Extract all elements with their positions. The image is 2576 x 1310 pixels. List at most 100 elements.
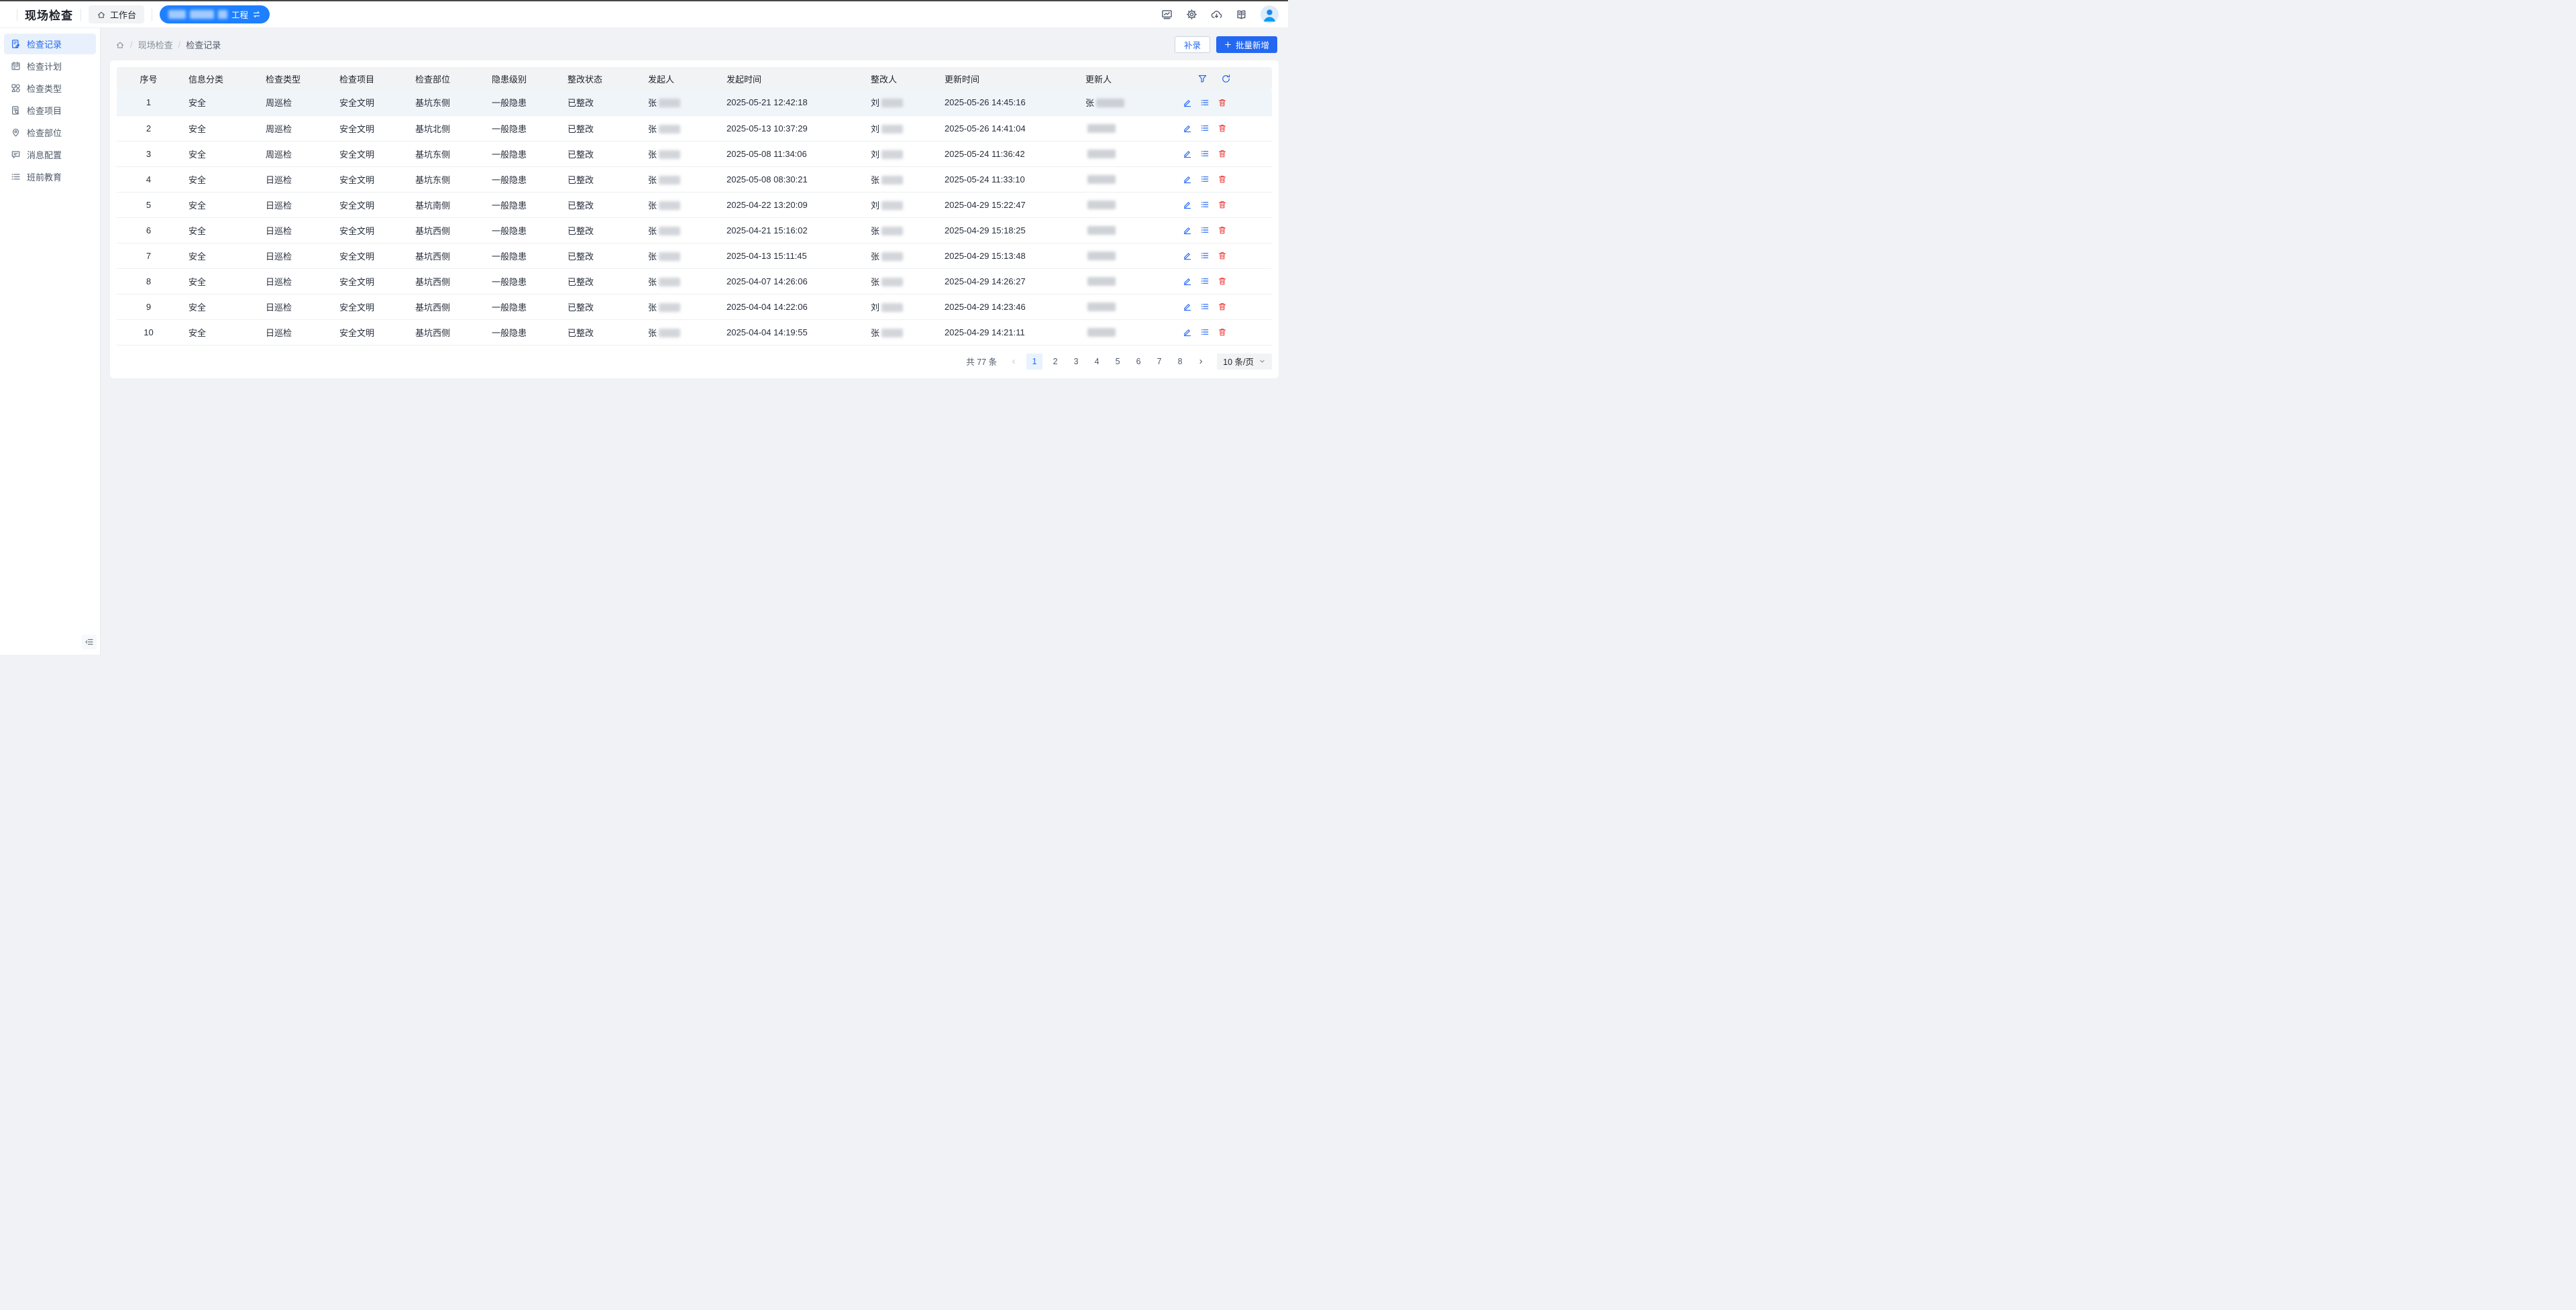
view-detail-button[interactable] (1200, 200, 1210, 209)
total-count: 共 77 条 (966, 355, 997, 368)
delete-record-button[interactable] (1218, 251, 1227, 260)
view-detail-button[interactable] (1200, 327, 1210, 337)
sidebar-item-6[interactable]: 消息配置 (4, 144, 96, 165)
page-button-3[interactable]: 3 (1068, 353, 1084, 370)
cell-actions (1175, 115, 1272, 141)
cell-type: 日巡检 (258, 243, 331, 268)
edit-record-button[interactable] (1183, 276, 1192, 286)
sidebar-item-4[interactable]: 检查项目 (4, 100, 96, 121)
cell-actions (1175, 90, 1272, 115)
edit-record-button[interactable] (1183, 149, 1192, 158)
view-detail-button[interactable] (1200, 123, 1210, 133)
next-page-button[interactable]: › (1193, 353, 1209, 370)
page-button-7[interactable]: 7 (1151, 353, 1167, 370)
edit-record-button[interactable] (1183, 174, 1192, 184)
delete-record-button[interactable] (1218, 302, 1227, 311)
view-detail-button[interactable] (1200, 276, 1210, 286)
collapse-sidebar-button[interactable] (82, 635, 97, 649)
redacted-name (1087, 150, 1116, 158)
cell-rectifier: 刘 (863, 294, 936, 319)
delete-record-button[interactable] (1218, 174, 1227, 184)
records-card: 序号信息分类检查类型检查项目检查部位隐患级别整改状态发起人发起时间整改人更新时间… (110, 60, 1279, 378)
edit-record-button[interactable] (1183, 327, 1192, 337)
view-detail-button[interactable] (1200, 302, 1210, 311)
page-button-5[interactable]: 5 (1110, 353, 1126, 370)
page-size-select[interactable]: 10 条/页 (1217, 353, 1272, 370)
page-button-8[interactable]: 8 (1172, 353, 1188, 370)
cell-initiator: 张 (640, 115, 718, 141)
sidebar-item-label: 检查计划 (27, 60, 62, 72)
redacted-name (659, 278, 680, 286)
sidebar-item-7[interactable]: 班前教育 (4, 166, 96, 187)
page-button-1[interactable]: 1 (1026, 353, 1042, 370)
edit-record-button[interactable] (1183, 98, 1192, 107)
edit-record-button[interactable] (1183, 200, 1192, 209)
cell-level: 一般隐患 (484, 166, 559, 192)
user-avatar[interactable] (1260, 5, 1279, 23)
cell-updater (1077, 141, 1175, 166)
sidebar-item-2[interactable]: 检查计划 (4, 56, 96, 76)
monitor-icon[interactable] (1161, 9, 1173, 20)
cell-update-time: 2025-05-26 14:45:16 (936, 90, 1077, 115)
workbench-button[interactable]: 工作台 (89, 5, 144, 23)
prev-page-button[interactable]: ‹ (1006, 353, 1022, 370)
cell-no: 10 (117, 319, 180, 345)
cell-updater (1077, 319, 1175, 345)
cell-category: 安全 (180, 319, 258, 345)
sidebar-item-5[interactable]: 检查部位 (4, 122, 96, 143)
redacted-name (1087, 277, 1116, 286)
edit-record-button[interactable] (1183, 251, 1192, 260)
cell-location: 基坑西侧 (407, 268, 484, 294)
cell-initiator: 张 (640, 294, 718, 319)
delete-record-button[interactable] (1218, 149, 1227, 158)
breadcrumb-item[interactable]: 现场检查 (138, 38, 173, 51)
redacted-name (1087, 226, 1116, 235)
filter-button[interactable] (1197, 74, 1208, 84)
column-header: 序号 (117, 67, 180, 90)
location-pin-icon (11, 127, 21, 138)
edit-record-button[interactable] (1183, 123, 1192, 133)
project-switcher[interactable]: 工程 (160, 5, 270, 23)
column-header: 检查类型 (258, 67, 331, 90)
view-detail-button[interactable] (1200, 251, 1210, 260)
sidebar-item-3[interactable]: 检查类型 (4, 78, 96, 99)
cell-status: 已整改 (559, 243, 640, 268)
batch-add-button[interactable]: 批量新增 (1216, 36, 1277, 53)
delete-record-button[interactable] (1218, 225, 1227, 235)
cloud-download-icon[interactable] (1211, 9, 1222, 20)
page-size-label: 10 条/页 (1223, 355, 1254, 368)
delete-record-button[interactable] (1218, 200, 1227, 209)
gear-icon[interactable] (1186, 9, 1197, 20)
redacted-name (881, 252, 903, 261)
redacted-name (659, 99, 680, 107)
cell-level: 一般隐患 (484, 115, 559, 141)
cell-location: 基坑西侧 (407, 217, 484, 243)
cell-initiator: 张 (640, 166, 718, 192)
sidebar-item-1[interactable]: 检查记录 (4, 34, 96, 54)
view-detail-button[interactable] (1200, 98, 1210, 107)
view-detail-button[interactable] (1200, 225, 1210, 235)
view-detail-button[interactable] (1200, 174, 1210, 184)
refresh-button[interactable] (1221, 74, 1231, 84)
patch-entry-button[interactable]: 补录 (1175, 36, 1210, 53)
page-button-4[interactable]: 4 (1089, 353, 1105, 370)
redacted-name (1087, 303, 1116, 311)
cell-updater (1077, 166, 1175, 192)
book-icon[interactable] (1236, 9, 1247, 20)
cell-actions (1175, 319, 1272, 345)
delete-record-button[interactable] (1218, 123, 1227, 133)
page-button-2[interactable]: 2 (1047, 353, 1063, 370)
edit-record-button[interactable] (1183, 225, 1192, 235)
delete-record-button[interactable] (1218, 327, 1227, 337)
delete-record-button[interactable] (1218, 276, 1227, 286)
cell-level: 一般隐患 (484, 243, 559, 268)
cell-initiator: 张 (640, 217, 718, 243)
edit-record-button[interactable] (1183, 302, 1192, 311)
delete-record-button[interactable] (1218, 98, 1227, 107)
breadcrumb-home-icon[interactable] (115, 40, 125, 50)
redacted-name (659, 303, 680, 312)
column-header: 检查项目 (331, 67, 407, 90)
page-button-6[interactable]: 6 (1130, 353, 1146, 370)
table-row: 9安全日巡检安全文明基坑西侧一般隐患已整改张2025-04-04 14:22:0… (117, 294, 1272, 319)
view-detail-button[interactable] (1200, 149, 1210, 158)
